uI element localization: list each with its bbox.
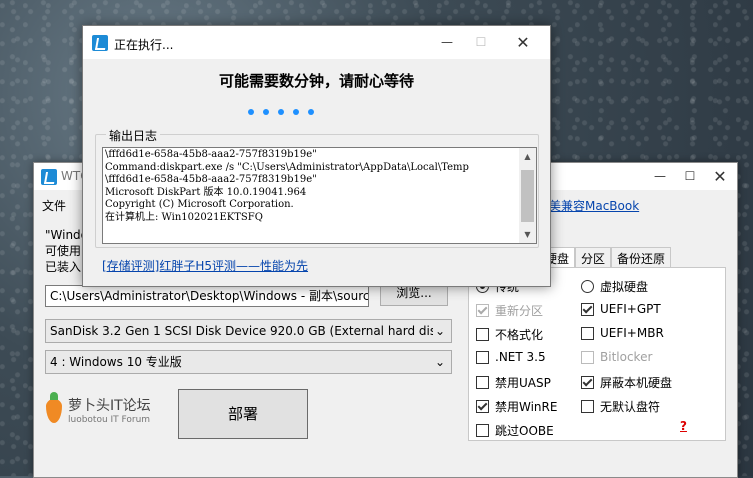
checkbox-indicator (581, 302, 594, 316)
maximize-button[interactable]: ☐ (675, 163, 705, 190)
checkbox-indicator (581, 376, 594, 389)
skip-oobe-checkbox[interactable]: 跳过OOBE (476, 422, 554, 439)
checkbox-indicator (476, 304, 489, 317)
checkbox-indicator (476, 350, 489, 364)
logo-text-cn: 萝卜头IT论坛 (68, 398, 151, 414)
no-format-label: 不格式化 (495, 328, 544, 342)
minimize-button[interactable]: — (432, 26, 462, 59)
no-format-checkbox[interactable]: 不格式化 (476, 326, 543, 343)
chevron-down-icon: ⌄ (433, 320, 447, 342)
options-panel: 传统 虚拟硬盘 重新分区 UEFI+GPT 不格式化 UEFI+MBR .NET… (468, 267, 726, 441)
carrot-icon (46, 392, 62, 423)
loading-dot (263, 109, 269, 115)
loading-dot (308, 109, 314, 115)
checkbox-indicator (581, 326, 594, 340)
help-link[interactable]: ? (680, 419, 687, 433)
vhd-label: 虚拟硬盘 (600, 280, 649, 294)
log-group-label: 输出日志 (106, 127, 161, 144)
macbook-compat-link[interactable]: 美兼容MacBook (549, 197, 639, 214)
net35-label: .NET 3.5 (495, 350, 546, 364)
options-tabs: 硬盘 分区 备份还原 (539, 247, 672, 269)
edition-select[interactable]: 4 : Windows 10 专业版 ⌄ (45, 350, 452, 374)
luobotou-logo: 萝卜头IT论坛 luobotou IT Forum (46, 392, 171, 431)
log-text: \fffd6d1e-658a-45b8-aaa2-757f8319b19e" C… (105, 149, 469, 223)
skip-oobe-label: 跳过OOBE (495, 424, 554, 438)
checkbox-indicator (476, 376, 489, 389)
close-button[interactable]: ✕ (705, 163, 735, 190)
uefi-gpt-label: UEFI+GPT (600, 302, 661, 316)
app-icon (92, 35, 108, 51)
log-scrollbar[interactable]: ▲ ▼ (519, 148, 536, 243)
repartition-label: 重新分区 (495, 304, 544, 318)
maximize-button: ☐ (475, 35, 487, 49)
uefi-gpt-checkbox[interactable]: UEFI+GPT (581, 302, 661, 316)
disable-uasp-label: 禁用UASP (495, 376, 551, 390)
loading-indicator (248, 104, 323, 118)
uefi-mbr-checkbox[interactable]: UEFI+MBR (581, 326, 664, 340)
disable-winre-label: 禁用WinRE (495, 400, 558, 414)
loading-dot (248, 109, 254, 115)
no-drive-letter-label: 无默认盘符 (600, 400, 661, 414)
edition-select-value: 4 : Windows 10 专业版 (50, 355, 182, 369)
chevron-down-icon: ⌄ (433, 351, 447, 373)
log-output[interactable]: \fffd6d1e-658a-45b8-aaa2-757f8319b19e" C… (102, 147, 537, 244)
disable-uasp-checkbox[interactable]: 禁用UASP (476, 374, 551, 391)
checkbox-indicator (476, 424, 489, 437)
loading-dot (293, 109, 299, 115)
hide-local-disk-label: 屏蔽本机硬盘 (600, 376, 673, 390)
app-icon (41, 169, 57, 185)
review-link[interactable]: [存储评测]红胖子H5评测——性能为先 (102, 257, 308, 274)
dialog-titlebar: 正在执行... — ☐ ✕ (83, 26, 550, 59)
minimize-button[interactable]: — (645, 163, 675, 190)
bitlocker-checkbox[interactable]: Bitlocker (581, 350, 652, 364)
logo-text-en: luobotou IT Forum (68, 415, 151, 425)
bitlocker-label: Bitlocker (600, 350, 653, 364)
scroll-up-icon[interactable]: ▲ (519, 148, 536, 165)
menu-file[interactable]: 文件 (42, 197, 66, 214)
wait-message: 可能需要数分钟，请耐心等待 (218, 72, 414, 90)
close-button[interactable]: ✕ (508, 26, 538, 59)
loading-dot (278, 109, 284, 115)
net35-checkbox[interactable]: .NET 3.5 (476, 350, 546, 364)
dialog-title: 正在执行... (114, 38, 174, 52)
image-path-input[interactable]: C:\Users\Administrator\Desktop\Windows -… (45, 285, 369, 307)
scroll-down-icon[interactable]: ▼ (519, 226, 536, 243)
vhd-radio[interactable]: 虚拟硬盘 (581, 278, 648, 295)
scroll-thumb[interactable] (521, 170, 534, 222)
log-group: 输出日志 \fffd6d1e-658a-45b8-aaa2-757f8319b1… (95, 127, 539, 248)
radio-indicator (581, 280, 594, 293)
deploy-button[interactable]: 部署 (178, 389, 308, 439)
checkbox-indicator (476, 400, 489, 413)
disk-select-value: SanDisk 3.2 Gen 1 SCSI Disk Device 920.0… (50, 324, 444, 338)
disable-winre-checkbox[interactable]: 禁用WinRE (476, 398, 557, 415)
hide-local-disk-checkbox[interactable]: 屏蔽本机硬盘 (581, 374, 672, 391)
checkbox-indicator (476, 328, 489, 341)
tab-backup[interactable]: 备份还原 (611, 247, 672, 269)
repartition-checkbox[interactable]: 重新分区 (476, 302, 543, 319)
tab-partition[interactable]: 分区 (575, 247, 612, 269)
checkbox-indicator (581, 350, 594, 364)
no-drive-letter-checkbox[interactable]: 无默认盘符 (581, 398, 660, 415)
progress-dialog: 正在执行... — ☐ ✕ 可能需要数分钟，请耐心等待 输出日志 \fffd6d… (82, 25, 551, 287)
uefi-mbr-label: UEFI+MBR (600, 326, 664, 340)
checkbox-indicator (581, 400, 594, 413)
disk-select[interactable]: SanDisk 3.2 Gen 1 SCSI Disk Device 920.0… (45, 319, 452, 343)
